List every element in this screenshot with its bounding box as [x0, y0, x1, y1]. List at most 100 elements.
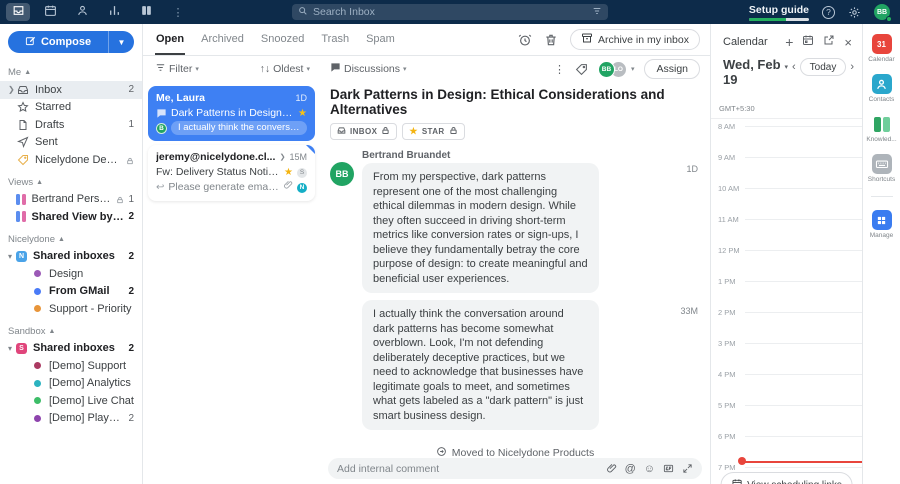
setup-progress-bar — [748, 17, 809, 21]
expand-icon[interactable] — [682, 463, 693, 474]
star-icon[interactable]: ★ — [284, 165, 293, 180]
list-thread-header: Open Archived Snoozed Trash Spam Archive… — [143, 24, 710, 56]
sidebar-item-sandbox-shared-inboxes[interactable]: ▾ S Shared inboxes 2 — [0, 340, 142, 358]
message[interactable]: BB Bertrand Bruandet From my perspective… — [330, 150, 700, 294]
rail-item-shortcuts[interactable]: Shortcuts — [863, 154, 900, 183]
analytics-nav-button[interactable] — [102, 3, 126, 21]
draft-count: 1 — [128, 119, 134, 131]
sidebar-item-demo-live-chat[interactable]: [Demo] Live Chat — [0, 392, 142, 410]
sidebar-item-nicelydone-design[interactable]: Nicelydone Design — [0, 151, 142, 169]
assignee-avatars[interactable]: BB LO ▾ — [597, 60, 634, 78]
sidebar: Compose ▼ Me ▲ ❯ Inbox 2 Starred Drafts … — [0, 24, 143, 484]
trash-icon[interactable] — [544, 33, 558, 47]
search-input[interactable] — [308, 6, 592, 18]
rail-item-contacts[interactable]: Contacts — [863, 74, 900, 103]
archive-button[interactable]: Archive in my inbox — [569, 29, 700, 50]
more-nav-button[interactable]: ⋮ — [166, 3, 190, 21]
setup-guide-button[interactable]: Setup guide — [748, 4, 809, 21]
lock-icon — [116, 195, 124, 204]
today-button[interactable]: Today — [799, 58, 847, 76]
sidebar-item-inbox[interactable]: ❯ Inbox 2 — [0, 81, 142, 99]
close-icon[interactable]: × — [844, 35, 852, 50]
conversation-item-selected[interactable]: Me, Laura 1D Dark Patterns in Design: E.… — [148, 86, 315, 141]
sidebar-item-starred[interactable]: Starred — [0, 99, 142, 117]
calendar-date-label: Wed, Feb 19 — [723, 57, 781, 87]
inbox-label-badge[interactable]: INBOX — [330, 123, 398, 140]
hour-label: 1 PM — [718, 277, 738, 286]
calendar-nav-button[interactable] — [38, 3, 62, 21]
section-header-me[interactable]: Me ▲ — [0, 59, 142, 81]
gif-image-icon[interactable] — [663, 463, 674, 474]
tab-snoozed[interactable]: Snoozed — [260, 24, 305, 55]
filter-icon — [155, 62, 166, 76]
mention-icon[interactable]: @ — [625, 463, 636, 475]
chevron-down-icon[interactable]: ▾ — [784, 63, 788, 71]
section-header-nicelydone[interactable]: Nicelydone ▲ — [0, 226, 142, 248]
comment-input[interactable] — [337, 462, 606, 475]
star-icon[interactable]: ★ — [298, 106, 307, 121]
tab-open[interactable]: Open — [155, 24, 186, 55]
sort-dropdown[interactable]: ↑↓ Oldest ▾ — [260, 63, 310, 75]
hour-line — [745, 157, 862, 158]
rail-item-calendar[interactable]: 31 Calendar — [863, 34, 900, 63]
org-badge: S — [16, 342, 27, 354]
internal-comment-bar[interactable]: @ ☺ — [328, 458, 702, 479]
thread-view: Dark Patterns in Design: Ethical Conside… — [320, 82, 710, 484]
section-header-sandbox[interactable]: Sandbox ▲ — [0, 318, 142, 340]
hour-line — [745, 188, 862, 189]
view-scheduling-links-button[interactable]: View scheduling links — [720, 472, 853, 484]
rail-item-knowledge[interactable]: Knowled... — [863, 114, 900, 143]
star-icon: ★ — [409, 126, 418, 136]
rail-item-manage[interactable]: Manage — [863, 210, 900, 239]
sidebar-item-support-priority[interactable]: Support - Priority — [0, 300, 142, 318]
snooze-icon[interactable] — [518, 33, 532, 47]
discussion-bubble-icon — [156, 108, 167, 119]
main-area: Open Archived Snoozed Trash Spam Archive… — [143, 24, 710, 484]
assign-button[interactable]: Assign — [644, 59, 700, 79]
draft-icon — [16, 118, 29, 131]
sidebar-item-from-gmail[interactable]: From GMail 2 — [0, 283, 142, 301]
sidebar-item-design[interactable]: Design — [0, 265, 142, 283]
sidebar-item-sent[interactable]: Sent — [0, 134, 142, 152]
split-view-nav-button[interactable] — [134, 3, 158, 21]
prev-day-button[interactable]: ‹ — [790, 61, 798, 73]
search-filter-icon[interactable] — [592, 3, 602, 21]
emoji-icon[interactable]: ☺ — [644, 463, 655, 475]
contacts-nav-button[interactable] — [70, 3, 94, 21]
calendar-view-icon[interactable] — [802, 33, 814, 51]
inbox-color-dot — [34, 397, 41, 405]
section-header-views[interactable]: Views ▲ — [0, 169, 142, 191]
star-label-badge[interactable]: ★ STAR — [402, 123, 465, 140]
label-tag-icon[interactable] — [575, 63, 588, 76]
attach-icon[interactable] — [606, 463, 617, 474]
app-nav: ⋮ — [0, 3, 190, 21]
sidebar-item-drafts[interactable]: Drafts 1 — [0, 116, 142, 134]
tab-trash[interactable]: Trash — [320, 24, 350, 55]
settings-icon[interactable] — [848, 6, 861, 19]
sidebar-item-bertrand-personal-view[interactable]: Bertrand Personal ... 1 — [0, 191, 142, 209]
sidebar-item-demo-playground[interactable]: [Demo] Playground 2 — [0, 410, 142, 428]
sidebar-item-shared-view[interactable]: Shared View by Ber... 2 — [0, 208, 142, 226]
more-options-icon[interactable]: ⋮ — [554, 63, 565, 76]
filter-dropdown[interactable]: Filter ▾ — [155, 62, 199, 76]
inbox-nav-button[interactable] — [6, 3, 30, 21]
open-external-icon[interactable] — [823, 33, 835, 51]
message[interactable]: I actually think the conversation around… — [330, 300, 700, 431]
calendar-day-grid[interactable]: 8 AM 9 AM 10 AM 11 AM 12 PM 1 PM 2 PM 3 … — [711, 118, 862, 484]
compose-dropdown-button[interactable]: ▼ — [108, 31, 134, 53]
sidebar-item-nicelydone-shared-inboxes[interactable]: ▾ N Shared inboxes 2 — [0, 248, 142, 266]
add-event-icon[interactable]: + — [785, 35, 793, 49]
conversation-item[interactable]: jeremy@nicelydone.cl... ❯ 15M Fw: Delive… — [148, 145, 315, 201]
sidebar-item-demo-support[interactable]: [Demo] Support — [0, 357, 142, 375]
conversation-subject: Dark Patterns in Design: E... — [171, 107, 295, 119]
sidebar-item-demo-analytics[interactable]: [Demo] Analytics — [0, 375, 142, 393]
tab-spam[interactable]: Spam — [365, 24, 396, 55]
compose-button[interactable]: Compose — [8, 35, 108, 49]
unread-corner-marker — [306, 145, 315, 154]
next-day-button[interactable]: › — [848, 61, 856, 73]
help-icon[interactable]: ? — [822, 5, 835, 19]
search-bar[interactable] — [292, 4, 608, 20]
user-avatar[interactable]: BB — [874, 4, 892, 22]
discussions-dropdown[interactable]: Discussions ▾ — [330, 62, 407, 76]
tab-archived[interactable]: Archived — [200, 24, 245, 55]
